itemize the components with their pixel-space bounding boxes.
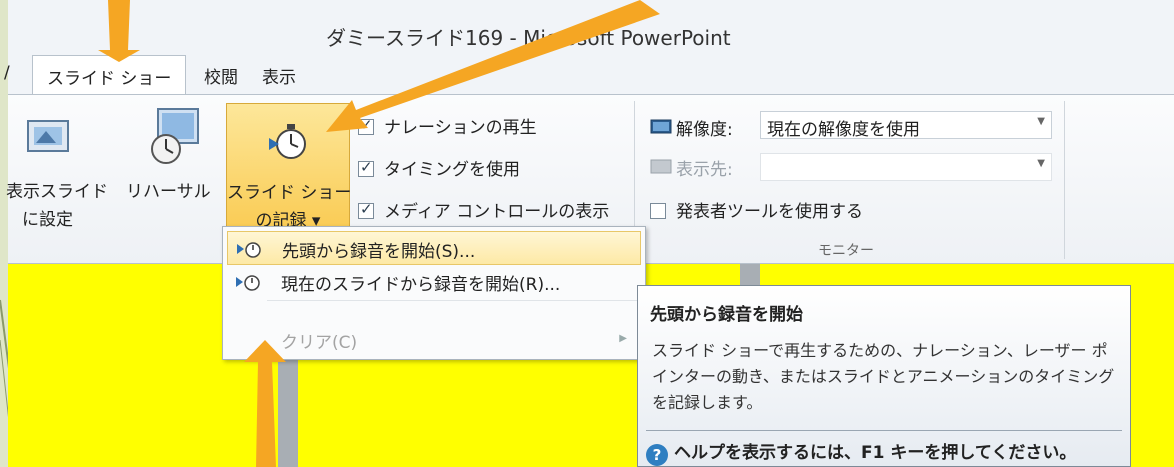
- use-timings-label: タイミングを使用: [384, 160, 520, 180]
- record-slideshow-button[interactable]: スライド ショー の記録 ▾: [226, 103, 352, 241]
- resolution-value: 現在の解像度を使用: [767, 120, 920, 140]
- menu-item-clear[interactable]: クリア(C) ▶: [227, 323, 641, 357]
- monitor-icon: [650, 119, 672, 134]
- menu-item-record-from-current[interactable]: 現在のスライドから録音を開始(R)...: [227, 265, 641, 299]
- window-title: ダミースライド169 - Microsoft PowerPoint: [326, 26, 731, 50]
- menu-item-label: 現在のスライドから録音を開始(R)...: [281, 275, 561, 295]
- tab-slideshow[interactable]: スライド ショー: [32, 55, 187, 96]
- checkbox-icon: [358, 200, 374, 219]
- show-media-controls-checkbox[interactable]: メディア コントロールの表示: [358, 197, 609, 222]
- chevron-down-icon: ▼: [1037, 116, 1045, 127]
- group-divider: [1064, 101, 1065, 259]
- resolution-label: 解像度:: [676, 120, 733, 140]
- set-slide-label-1[interactable]: 表示スライド: [6, 177, 108, 202]
- tooltip-body: スライド ショーで再生するための、ナレーション、レーザー ポインターの動き、また…: [652, 341, 1115, 412]
- tab-view[interactable]: 表示: [262, 63, 296, 88]
- menu-separator: [267, 300, 641, 301]
- title-bar: ダミースライド169 - Microsoft PowerPoint: [8, 0, 1174, 55]
- presenter-view-checkbox[interactable]: 発表者ツールを使用する: [650, 197, 863, 222]
- display-on-dropdown[interactable]: ▼: [760, 153, 1052, 181]
- stopwatch-icon: [269, 124, 306, 159]
- checkbox-icon: [650, 203, 666, 219]
- display-on-label: 表示先:: [676, 160, 733, 180]
- menu-item-label: クリア(C): [281, 333, 358, 353]
- monitor-group-label: モニター: [818, 243, 874, 259]
- tooltip-separator: [646, 430, 1122, 431]
- record-label-1: スライド ショー: [227, 183, 352, 203]
- help-icon: ?: [646, 444, 668, 466]
- checkbox-icon: [358, 116, 374, 135]
- tooltip-help-text: ヘルプを表示するには、F1 キーを押してください。: [674, 443, 1077, 463]
- ribbon-tabs: / スライド ショー 校閲 表示: [4, 55, 1174, 96]
- use-timings-checkbox[interactable]: タイミングを使用: [358, 155, 520, 180]
- tooltip: 先頭から録音を開始 スライド ショーで再生するための、ナレーション、レーザー ポ…: [637, 285, 1131, 467]
- record-icon: [237, 242, 261, 258]
- chevron-down-icon: ▼: [1037, 158, 1045, 169]
- submenu-arrow-icon: ▶: [619, 333, 627, 344]
- resolution-dropdown[interactable]: 現在の解像度を使用 ▼: [760, 111, 1052, 140]
- record-icon: [236, 275, 260, 291]
- play-narration-label: ナレーションの再生: [384, 118, 537, 138]
- presenter-view-label: 発表者ツールを使用する: [676, 202, 863, 222]
- set-slide-label-2[interactable]: に設定: [22, 205, 73, 230]
- rehearsal-icon[interactable]: [148, 107, 204, 167]
- slide-setup-icon: [27, 120, 69, 152]
- tooltip-help: ? ヘルプを表示するには、F1 キーを押してください。: [646, 438, 1076, 466]
- tab-overflow: /: [4, 63, 10, 83]
- menu-item-label: 先頭から録音を開始(S)...: [282, 242, 476, 262]
- rehearsal-label[interactable]: リハーサル: [126, 177, 211, 202]
- tooltip-title: 先頭から録音を開始: [650, 305, 803, 325]
- record-dropdown-menu: 先頭から録音を開始(S)... 現在のスライドから録音を開始(R)... クリア…: [222, 226, 646, 360]
- play-narration-checkbox[interactable]: ナレーションの再生: [358, 113, 537, 138]
- tab-review[interactable]: 校閲: [204, 63, 238, 88]
- checkbox-icon: [358, 158, 374, 177]
- menu-item-record-from-beginning[interactable]: 先頭から録音を開始(S)...: [227, 231, 641, 265]
- show-media-controls-label: メディア コントロールの表示: [384, 202, 610, 222]
- display-on-icon: [650, 159, 672, 174]
